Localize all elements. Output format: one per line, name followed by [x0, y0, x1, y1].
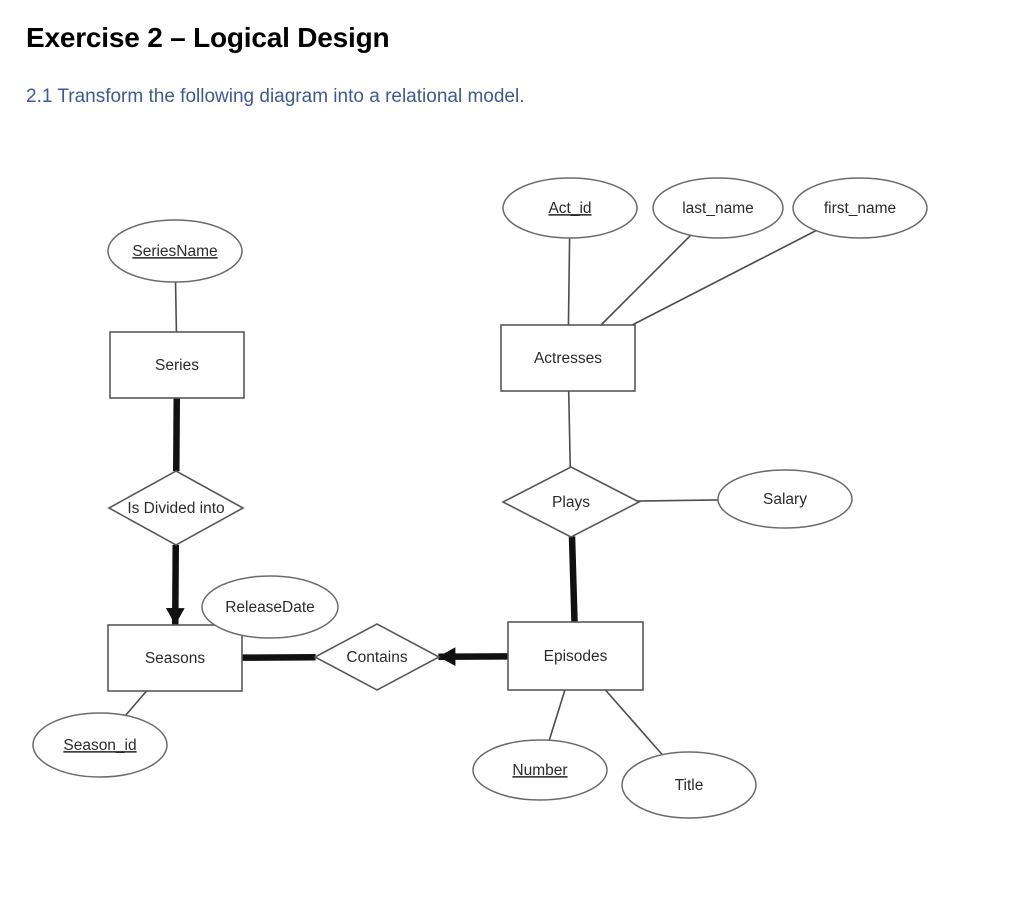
connector-plays-salary: [637, 499, 719, 502]
node-label: Salary: [763, 491, 807, 508]
relationship-contains[interactable]: Contains: [313, 623, 441, 691]
er-diagram-canvas: Series Seasons Actresses Episodes Is Divided…: [0, 140, 1024, 900]
exercise-prompt: 2.1 Transform the following diagram into…: [26, 86, 525, 107]
attribute-salary[interactable]: Salary: [717, 469, 853, 529]
entity-actresses[interactable]: Actresses: [500, 324, 636, 392]
connector-line: [567, 237, 571, 326]
attribute-season_id[interactable]: Season_id: [32, 712, 168, 778]
relationship-plays[interactable]: Plays: [501, 466, 641, 538]
connector-series-divided: [173, 397, 181, 472]
attribute-seriesname[interactable]: SeriesName: [107, 219, 243, 283]
node-label: first_name: [824, 200, 896, 217]
attribute-title[interactable]: Title: [621, 751, 757, 819]
connector-line: [600, 234, 692, 326]
connector-act_id-actresses: [567, 237, 571, 326]
connector-line: [548, 689, 566, 741]
connector-first_name-actresses: [631, 229, 817, 326]
connector-seriesname-series: [174, 281, 178, 333]
arrowhead-icon: [165, 607, 185, 625]
node-label: ReleaseDate: [225, 599, 315, 616]
connector-last_name-actresses: [600, 234, 692, 326]
connector-plays-episodes: [568, 536, 578, 623]
attribute-last_name[interactable]: last_name: [652, 177, 784, 239]
connector-line: [631, 229, 817, 326]
node-label: Contains: [346, 649, 407, 666]
node-label: Actresses: [534, 350, 602, 367]
node-label: Seasons: [145, 650, 206, 667]
attribute-first_name[interactable]: first_name: [792, 177, 928, 239]
connector-divided-seasons: [165, 544, 185, 626]
entity-episodes[interactable]: Episodes: [507, 621, 644, 691]
node-label: Series: [155, 357, 199, 374]
connector-line: [604, 689, 663, 756]
connector-line: [637, 499, 719, 502]
node-label: Act_id: [548, 200, 591, 217]
er-diagram-svg: Series Seasons Actresses Episodes Is Divided…: [32, 177, 928, 819]
connector-episodes-number: [548, 689, 566, 741]
connector-seasons-season_id: [124, 690, 148, 716]
node-label: last_name: [682, 200, 754, 217]
connector-line: [174, 281, 178, 333]
attribute-act_id[interactable]: Act_id: [502, 177, 638, 239]
node-label: Plays: [552, 494, 590, 511]
page-root: Exercise 2 – Logical Design 2.1 Transfor…: [0, 0, 1024, 911]
arrowhead-icon: [438, 647, 456, 666]
connector-line: [567, 390, 572, 468]
node-label: SeriesName: [132, 243, 217, 260]
page-title: Exercise 2 – Logical Design: [26, 22, 390, 53]
relationship-is-divided-into[interactable]: Is Divided into: [107, 470, 245, 546]
node-label: Episodes: [544, 648, 608, 665]
connector-line: [173, 397, 181, 472]
connector-line: [568, 536, 578, 623]
connector-actresses-plays: [567, 390, 572, 468]
attribute-releasedate[interactable]: ReleaseDate: [201, 575, 339, 639]
entity-seasons[interactable]: Seasons: [107, 624, 243, 692]
node-label: Season_id: [63, 737, 136, 754]
node-layer: Series Seasons Actresses Episodes Is Divided…: [32, 177, 928, 819]
attribute-number[interactable]: Number: [472, 739, 608, 801]
node-label: Is Divided into: [127, 500, 224, 517]
node-label: Number: [512, 762, 567, 779]
entity-series[interactable]: Series: [109, 331, 245, 399]
connector-episodes-title: [604, 689, 663, 756]
node-label: Title: [675, 777, 704, 794]
connector-line: [124, 690, 148, 716]
connector-episodes-contains: [438, 647, 509, 666]
